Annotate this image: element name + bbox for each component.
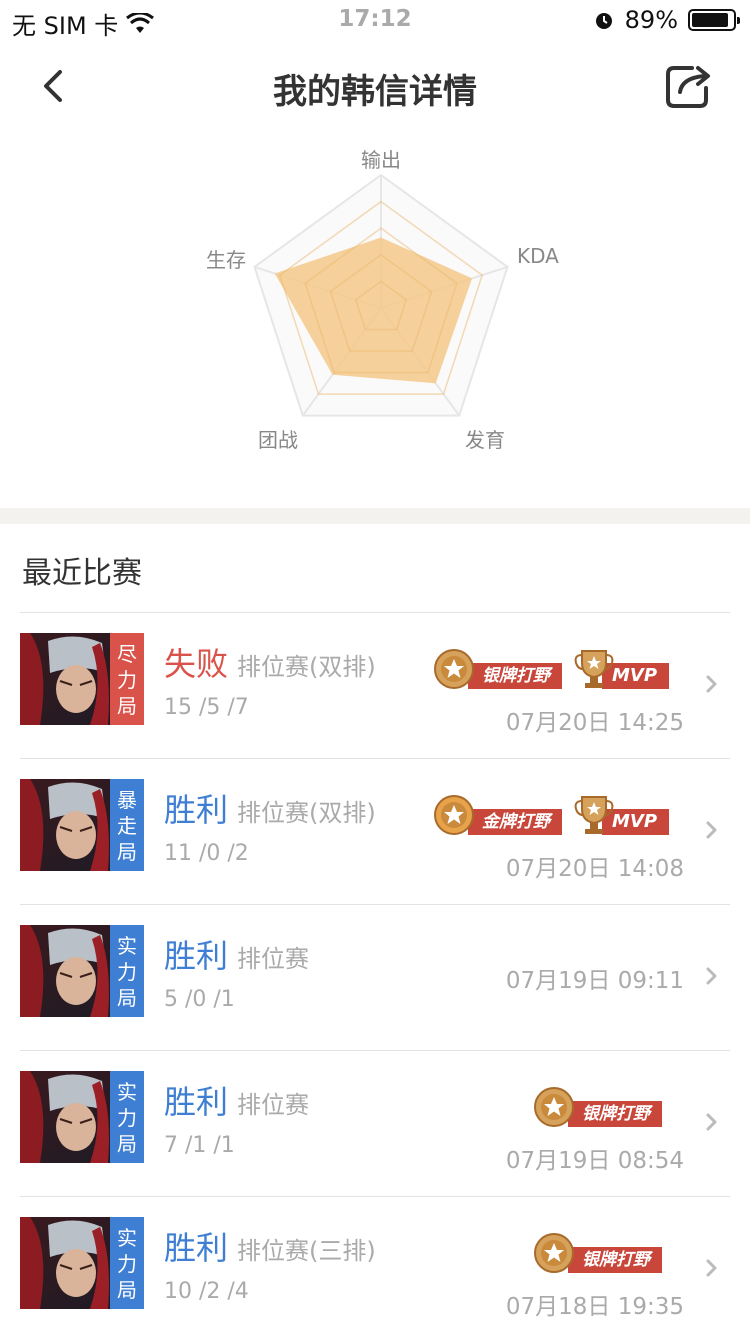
status-right: 89%: [593, 6, 740, 34]
match-time: 07月19日 08:54: [505, 1148, 684, 1174]
match-kda: 7 /1 /1: [164, 1133, 235, 1158]
medal-star-icon: [534, 1233, 574, 1273]
match-time: 07月20日 14:25: [505, 710, 684, 736]
mvp-badge: MVP: [572, 647, 670, 691]
medal-label: 银牌打野: [568, 1101, 662, 1127]
match-time: 07月20日 14:08: [505, 856, 684, 882]
tier-badge-char: 局: [117, 1132, 137, 1156]
radar-label-growth: 发育: [465, 428, 505, 452]
chevron-right-icon[interactable]: [704, 673, 722, 695]
ability-radar-chart: 输出 KDA 发育 团战 生存: [0, 130, 750, 500]
tier-badge-char: 局: [117, 840, 137, 864]
match-kda: 11 /0 /2: [164, 841, 249, 866]
status-bar: 无 SIM 卡 17:12 89%: [0, 0, 750, 40]
radar-label-output: 输出: [361, 148, 401, 172]
match-row[interactable]: 实力局胜利 排位赛 7 /1 /1 07月19日 08:54 银牌打野: [20, 1050, 730, 1196]
trophy-icon: [574, 796, 614, 834]
tier-badge-char: 局: [117, 1278, 137, 1302]
medal-star-icon: [534, 1087, 574, 1127]
medal-badge: 金牌打野: [432, 793, 564, 837]
tier-badge-char: 尽: [117, 642, 137, 666]
tier-badge-char: 局: [117, 694, 137, 718]
match-result: 失败: [164, 645, 229, 683]
medal-badge: 银牌打野: [432, 647, 564, 691]
tier-badge: 实力局: [110, 925, 144, 1017]
match-row[interactable]: 暴走局胜利 排位赛(双排) 11 /0 /2 07月20日 14:08 金牌打野 MV…: [20, 758, 730, 904]
radar-label-survival: 生存: [206, 248, 246, 272]
tier-badge: 暴走局: [110, 779, 144, 871]
match-mode: 排位赛(双排): [237, 799, 376, 827]
nav-bar: 我的韩信详情: [0, 44, 750, 128]
medal-star-icon: [434, 795, 474, 835]
tier-badge: 实力局: [110, 1217, 144, 1309]
mvp-badge: MVP: [572, 793, 670, 837]
medal-label: 银牌打野: [568, 1247, 662, 1273]
tier-badge-char: 局: [117, 986, 137, 1010]
chevron-right-icon[interactable]: [704, 1257, 722, 1279]
battery-percent: 89%: [624, 6, 678, 34]
tier-badge-char: 走: [117, 814, 137, 838]
tier-badge-char: 实: [117, 934, 137, 958]
tier-badge: 实力局: [110, 1071, 144, 1163]
medal-badge: 银牌打野: [532, 1085, 664, 1129]
chevron-right-icon[interactable]: [704, 1111, 722, 1133]
match-kda: 15 /5 /7: [164, 695, 249, 720]
tier-badge-char: 力: [117, 668, 137, 692]
page-title: 我的韩信详情: [273, 72, 477, 112]
match-mode: 排位赛: [237, 945, 309, 973]
match-mode: 排位赛(双排): [237, 653, 376, 681]
tier-badge-char: 实: [117, 1080, 137, 1104]
match-row[interactable]: 实力局胜利 排位赛(三排) 10 /2 /4 07月18日 19:35 银牌打野: [20, 1196, 730, 1334]
match-row[interactable]: 实力局胜利 排位赛 5 /0 /1 07月19日 09:11: [20, 904, 730, 1050]
tier-badge-char: 力: [117, 1106, 137, 1130]
match-list: 尽力局失败 排位赛(双排) 15 /5 /7 07月20日 14:25 银牌打野 MV…: [20, 612, 730, 1334]
tier-badge: 尽力局: [110, 633, 144, 725]
match-mode: 排位赛: [237, 1091, 309, 1119]
match-mode: 排位赛(三排): [237, 1237, 376, 1265]
match-result: 胜利: [164, 1229, 229, 1267]
battery-icon: [688, 9, 740, 31]
match-result: 胜利: [164, 1083, 229, 1121]
chevron-right-icon[interactable]: [704, 819, 722, 841]
match-time: 07月19日 09:11: [505, 968, 684, 994]
recent-matches-title: 最近比赛: [22, 556, 142, 591]
match-time: 07月18日 19:35: [505, 1294, 684, 1320]
match-result: 胜利: [164, 937, 229, 975]
tier-badge-char: 力: [117, 960, 137, 984]
radar-svg: [253, 173, 509, 417]
match-row[interactable]: 尽力局失败 排位赛(双排) 15 /5 /7 07月20日 14:25 银牌打野 MV…: [20, 612, 730, 758]
alarm-icon: [595, 13, 612, 29]
radar-label-kda: KDA: [517, 244, 559, 268]
medal-badge: 银牌打野: [532, 1231, 664, 1275]
medal-star-icon: [434, 649, 474, 689]
tier-badge-char: 力: [117, 1252, 137, 1276]
tier-badge-char: 暴: [117, 788, 137, 812]
chevron-right-icon[interactable]: [704, 965, 722, 987]
share-icon[interactable]: [664, 62, 714, 110]
trophy-icon: [574, 650, 614, 688]
match-kda: 10 /2 /4: [164, 1279, 249, 1304]
radar-label-teamfight: 团战: [258, 428, 298, 452]
match-kda: 5 /0 /1: [164, 987, 235, 1012]
medal-label: 银牌打野: [468, 663, 562, 689]
section-divider: [0, 508, 750, 524]
medal-label: 金牌打野: [468, 809, 562, 835]
tier-badge-char: 实: [117, 1226, 137, 1250]
match-result: 胜利: [164, 791, 229, 829]
